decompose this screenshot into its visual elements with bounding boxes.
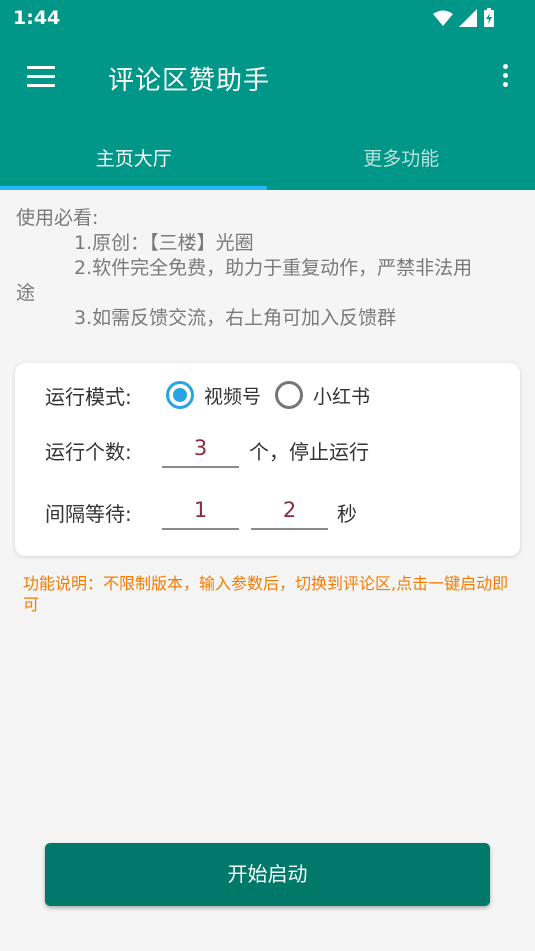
toolbar: 评论区赞助手 bbox=[0, 36, 535, 118]
radio-xiaohongshu[interactable] bbox=[275, 381, 303, 409]
count-suffix: 个，停止运行 bbox=[249, 440, 369, 464]
more-options-icon[interactable] bbox=[501, 64, 509, 92]
settings-card: 运行模式: 视频号 小红书 运行个数: 3 个，停止运行 间隔等待: 1 2 秒 bbox=[15, 363, 520, 556]
radio-xiaohongshu-label[interactable]: 小红书 bbox=[313, 382, 370, 409]
tab-main-hall[interactable]: 主页大厅 bbox=[0, 118, 268, 190]
notice-heading: 使用必看: bbox=[16, 207, 99, 229]
function-description: 功能说明：不限制版本，输入参数后，切换到评论区,点击一键启动即可 bbox=[23, 574, 509, 614]
tab-bar: 主页大厅 更多功能 bbox=[0, 118, 535, 190]
radio-video-channel-label[interactable]: 视频号 bbox=[204, 382, 261, 409]
wifi-icon bbox=[433, 10, 453, 26]
signal-icon bbox=[459, 9, 477, 27]
battery-icon bbox=[484, 8, 494, 27]
status-time: 1:44 bbox=[13, 7, 61, 29]
notice-item: 3.如需反馈交流，右上角可加入反馈群 bbox=[74, 307, 397, 329]
menu-icon[interactable] bbox=[27, 66, 55, 87]
app-bar: 1:44 评论区赞助手 主页大厅 更多功能 bbox=[0, 0, 535, 190]
tab-more-functions[interactable]: 更多功能 bbox=[268, 118, 535, 190]
tab-indicator bbox=[0, 186, 267, 190]
interval-label: 间隔等待: bbox=[45, 502, 132, 526]
count-label: 运行个数: bbox=[45, 440, 132, 464]
mode-label: 运行模式: bbox=[45, 385, 132, 409]
status-bar: 1:44 bbox=[0, 0, 535, 36]
notice-item: 途 bbox=[16, 282, 36, 304]
interval-suffix: 秒 bbox=[337, 502, 357, 526]
notice-item: 1.原创：【三楼】光圈 bbox=[74, 232, 254, 254]
start-button[interactable]: 开始启动 bbox=[45, 843, 490, 906]
usage-notice: 使用必看: 1.原创：【三楼】光圈 2.软件完全免费，助力于重复动作，严禁非法用… bbox=[16, 206, 526, 331]
run-count-input[interactable]: 3 bbox=[162, 430, 239, 468]
status-icons bbox=[433, 8, 495, 28]
interval-max-input[interactable]: 2 bbox=[251, 492, 328, 530]
radio-video-channel[interactable] bbox=[166, 381, 194, 409]
app-title: 评论区赞助手 bbox=[108, 66, 271, 96]
interval-min-input[interactable]: 1 bbox=[162, 492, 239, 530]
notice-item: 2.软件完全免费，助力于重复动作，严禁非法用 bbox=[74, 257, 473, 279]
